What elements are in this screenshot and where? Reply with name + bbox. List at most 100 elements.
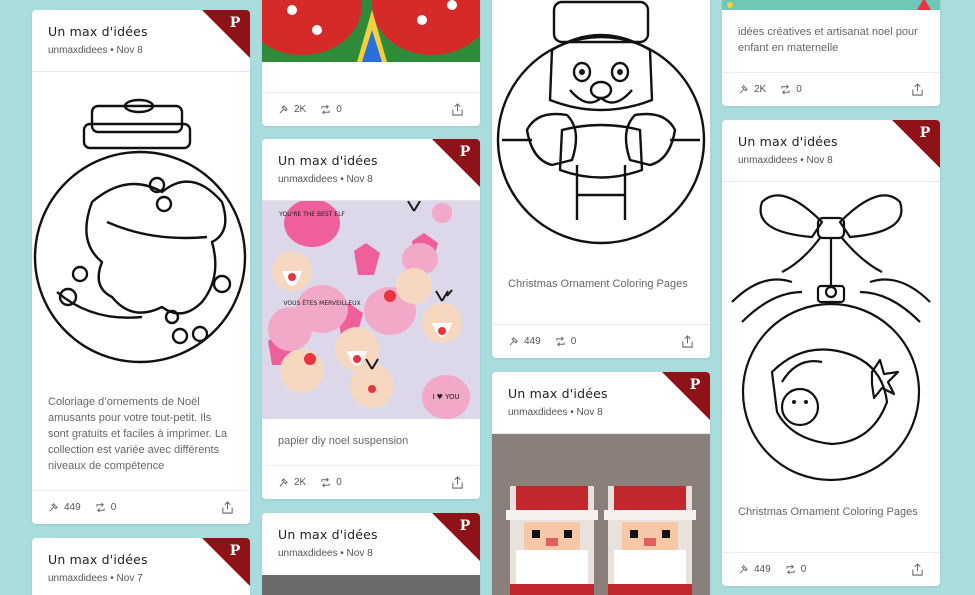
pin-card[interactable]: Un max d'idées unmaxdidees • Nov 8 P (32, 10, 250, 524)
craft-photo (722, 0, 940, 10)
pinterest-p-icon[interactable]: P (432, 139, 480, 187)
pin-card[interactable]: Un max d'idées unmaxdidees • Nov 8 P (722, 120, 940, 586)
repin-count: 449 (524, 336, 541, 347)
paper-ornaments-image[interactable]: YOU'RE THE BEST ELF VOUS ÊTES MERVEILLEU… (262, 201, 480, 419)
comment-count: 0 (800, 564, 807, 575)
pinterest-p-icon[interactable]: P (202, 538, 250, 586)
vous-etes-text: VOUS ÊTES MERVEILLEUX (283, 299, 360, 307)
svg-text:P: P (230, 543, 241, 559)
card-header: Un max d'idées unmaxdidees • Nov 8 P (262, 513, 480, 575)
pin-icon (739, 565, 748, 574)
perler-santa-photo (492, 434, 710, 595)
card-footer: 449 0 (492, 324, 710, 358)
pin-card[interactable]: idées créatives et artisanat noel pour e… (722, 0, 940, 106)
comment-count: 0 (796, 84, 802, 95)
ornament-holly-image[interactable] (32, 72, 250, 380)
share-icon[interactable] (451, 103, 464, 116)
svg-text:P: P (690, 377, 701, 393)
card-date: Nov 8 (346, 174, 373, 185)
retweet-icon (321, 104, 330, 115)
share-icon[interactable] (221, 501, 234, 514)
pin-card[interactable]: Un max d'idées unmaxdidees • Nov 8 P (262, 513, 480, 595)
repin-button[interactable]: 2K (278, 477, 306, 488)
retweet-icon (781, 84, 790, 95)
card-header: Un max d'idées unmaxdidees • Nov 8 P (722, 120, 940, 182)
comment-button[interactable]: 0 (95, 502, 117, 513)
paper-ornaments-photo: YOU'RE THE BEST ELF VOUS ÊTES MERVEILLEU… (262, 201, 480, 419)
card-author[interactable]: unmaxdidees (278, 174, 337, 185)
card-footer: 2K 0 (262, 465, 480, 499)
share-icon[interactable] (911, 563, 924, 576)
comment-button[interactable]: 0 (320, 477, 342, 488)
card-date: Nov 8 (116, 45, 143, 56)
pin-card[interactable]: Un max d'idées unmaxdidees • Nov 8 P (492, 372, 710, 595)
repin-button[interactable]: 449 (738, 564, 771, 575)
comment-count: 0 (110, 502, 117, 513)
card-footer: 449 0 (32, 490, 250, 524)
share-icon[interactable] (911, 83, 924, 96)
ornament-photo (262, 0, 480, 62)
ornament-photo-image[interactable] (262, 0, 480, 62)
card-footer: 449 0 (722, 552, 940, 586)
pin-card[interactable]: Un max d'idées unmaxdidees • Nov 7 P (32, 538, 250, 595)
card-date: Nov 8 (806, 155, 833, 166)
repin-button[interactable]: 2K (278, 104, 306, 115)
pinterest-p-icon[interactable]: P (202, 10, 250, 58)
repin-button[interactable]: 449 (508, 336, 541, 347)
pin-icon (739, 85, 748, 94)
card-author[interactable]: unmaxdidees (508, 407, 567, 418)
card-caption: Christmas Ornament Coloring Pages (508, 278, 688, 290)
card-author[interactable]: unmaxdidees (278, 548, 337, 559)
comment-count: 0 (336, 104, 342, 115)
craft-image[interactable] (722, 0, 940, 10)
santa-ornament-image[interactable] (492, 0, 710, 262)
retweet-icon (556, 336, 565, 347)
card-caption: idées créatives et artisanat noel pour e… (738, 26, 918, 54)
card-caption: Coloriage d’ornements de Noël amusants p… (48, 396, 228, 472)
comment-count: 0 (570, 336, 577, 347)
card-author[interactable]: unmaxdidees (738, 155, 797, 166)
repin-button[interactable]: 2K (738, 84, 766, 95)
card-author[interactable]: unmaxdidees (48, 45, 107, 56)
pin-icon (279, 478, 288, 487)
repin-count: 2K (294, 477, 307, 488)
perler-santa-image[interactable] (492, 434, 710, 595)
repin-button[interactable]: 449 (48, 502, 81, 513)
pinterest-p-icon[interactable]: P (662, 372, 710, 420)
pinterest-p-icon[interactable]: P (432, 513, 480, 561)
svg-text:P: P (920, 125, 931, 141)
card-header: Un max d'idées unmaxdidees • Nov 8 P (32, 10, 250, 72)
card-header: Un max d'idées unmaxdidees • Nov 8 P (492, 372, 710, 434)
repin-count: 449 (754, 564, 771, 575)
comment-button[interactable]: 0 (320, 104, 342, 115)
repin-count: 449 (64, 502, 81, 513)
card-header: Un max d'idées unmaxdidees • Nov 7 P (32, 538, 250, 595)
repin-count: 2K (754, 84, 767, 95)
card-date: Nov 8 (576, 407, 603, 418)
card-footer: 2K 0 (722, 72, 940, 106)
bow-ornament-drawing (731, 194, 931, 482)
comment-button[interactable]: 0 (555, 336, 577, 347)
card-date: Nov 8 (346, 548, 373, 559)
share-icon[interactable] (681, 335, 694, 348)
card-author[interactable]: unmaxdidees (48, 573, 107, 584)
card-header: Un max d'idées unmaxdidees • Nov 8 P (262, 139, 480, 201)
retweet-icon (321, 477, 330, 488)
comment-button[interactable]: 0 (780, 84, 802, 95)
card-caption: papier diy noel suspension (278, 435, 409, 447)
pin-card[interactable]: Christmas Ornament Coloring Pages 449 0 (492, 0, 710, 358)
card-caption: Christmas Ornament Coloring Pages (738, 506, 918, 518)
card-footer: 2K 0 (262, 92, 480, 126)
bow-ornament-image[interactable] (722, 182, 940, 490)
share-icon[interactable] (451, 476, 464, 489)
pin-card[interactable]: 2K 0 (262, 0, 480, 126)
pin-icon (279, 105, 288, 114)
photo-image[interactable] (262, 575, 480, 595)
comment-button[interactable]: 0 (785, 564, 807, 575)
svg-text:P: P (230, 15, 241, 31)
svg-text:P: P (460, 518, 471, 534)
pin-card[interactable]: Un max d'idées unmaxdidees • Nov 8 P (262, 139, 480, 499)
pinterest-p-icon[interactable]: P (892, 120, 940, 168)
retweet-icon (786, 564, 795, 575)
comment-count: 0 (336, 477, 342, 488)
